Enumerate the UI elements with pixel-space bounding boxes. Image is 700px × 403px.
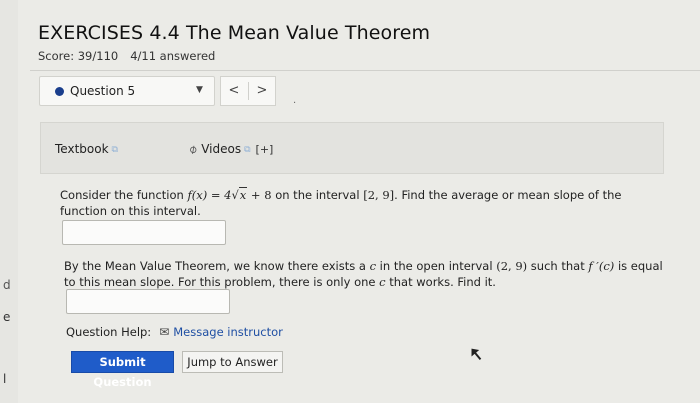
sqrt-sign: √ bbox=[231, 188, 239, 202]
textbook-label: Textbook bbox=[55, 142, 109, 156]
derivative-expression: f ′(c) bbox=[588, 259, 615, 273]
videos-link[interactable]: ⌀ Videos ⧉ [+] bbox=[185, 141, 274, 157]
problem1-text: on the interval bbox=[271, 188, 364, 202]
dot-mark: . bbox=[293, 95, 297, 106]
problem-statement-1: Consider the function f(x) = 4√x + 8 on … bbox=[60, 187, 660, 219]
page-title: EXERCISES 4.4 The Mean Value Theorem bbox=[38, 22, 431, 44]
question-help: Question Help: ✉ Message instructor bbox=[66, 325, 283, 339]
interval: [2, 9] bbox=[363, 188, 395, 202]
question-select-label: Question 5 bbox=[70, 84, 136, 98]
caret-down-icon: ▼ bbox=[196, 85, 203, 95]
left-edge-panel: d e l bbox=[0, 0, 18, 403]
problem2-text: in the open interval bbox=[376, 259, 497, 273]
edge-mark: d bbox=[3, 278, 11, 292]
jump-to-answer-button[interactable]: Jump to Answer bbox=[182, 351, 283, 373]
edge-mark: l bbox=[3, 372, 7, 386]
filled-circle-icon bbox=[55, 87, 64, 96]
sqrt-radicand: x bbox=[238, 187, 248, 202]
external-link-icon: ⧉ bbox=[111, 145, 118, 155]
next-question-button[interactable]: > bbox=[254, 83, 270, 98]
mean-slope-answer-field[interactable] bbox=[62, 220, 226, 245]
header-divider bbox=[30, 70, 700, 71]
function-constant: + 8 bbox=[247, 188, 272, 202]
textbook-link[interactable]: Textbook ⧉ bbox=[55, 142, 118, 156]
question-nav: < > bbox=[220, 76, 276, 106]
question-select[interactable]: Question 5 ▼ bbox=[39, 76, 215, 106]
resources-panel: Textbook ⧉ ⌀ Videos ⧉ [+] bbox=[40, 122, 664, 174]
message-instructor-link[interactable]: Message instructor bbox=[173, 325, 283, 339]
problem-statement-2: By the Mean Value Theorem, we know there… bbox=[64, 258, 664, 290]
problem1-text: Consider the function bbox=[60, 188, 188, 202]
mouse-pointer-icon bbox=[471, 348, 482, 361]
function-definition: f(x) = 4 bbox=[187, 188, 232, 202]
c-value-answer-field[interactable] bbox=[66, 289, 230, 314]
nav-divider bbox=[248, 82, 249, 100]
question-help-label: Question Help: bbox=[66, 325, 152, 339]
problem2-text: such that bbox=[527, 259, 589, 273]
videos-expand-toggle[interactable]: [+] bbox=[256, 143, 274, 156]
edge-mark: e bbox=[3, 310, 11, 324]
paperclip-icon: ⌀ bbox=[185, 141, 200, 157]
submit-question-button[interactable]: Submit Question bbox=[71, 351, 174, 389]
previous-question-button[interactable]: < bbox=[226, 83, 242, 98]
page: d e l EXERCISES 4.4 The Mean Value Theor… bbox=[0, 0, 700, 403]
videos-label: Videos bbox=[201, 142, 242, 156]
score-line: Score: 39/110 4/11 answered bbox=[38, 49, 215, 63]
envelope-icon: ✉ bbox=[159, 325, 170, 339]
open-interval: (2, 9) bbox=[496, 259, 528, 273]
external-link-icon: ⧉ bbox=[244, 145, 251, 155]
problem2-text: By the Mean Value Theorem, we know there… bbox=[64, 259, 370, 273]
answered-count: 4/11 answered bbox=[130, 49, 216, 63]
score-value: Score: 39/110 bbox=[38, 49, 119, 63]
problem2-text: that works. Find it. bbox=[385, 275, 496, 289]
